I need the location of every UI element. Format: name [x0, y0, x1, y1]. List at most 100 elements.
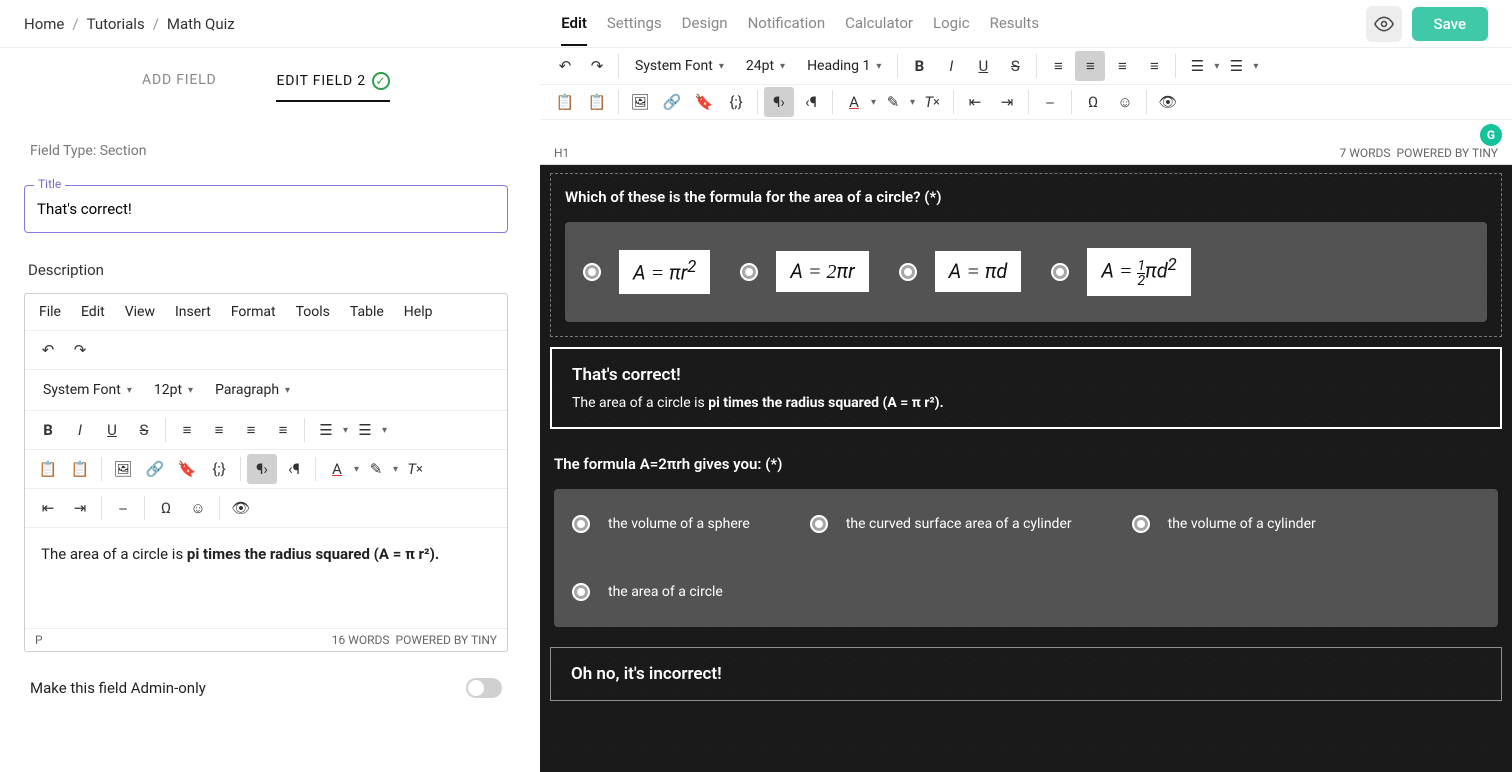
radio-icon[interactable]: [810, 515, 828, 533]
strikethrough-icon[interactable]: S: [1000, 51, 1030, 81]
tab-add-field[interactable]: ADD FIELD: [142, 72, 216, 102]
bookmark-icon[interactable]: 🔖: [172, 454, 202, 484]
editor-content-area[interactable]: The area of a circle is pi times the rad…: [25, 528, 507, 628]
ltr-icon[interactable]: ¶›: [247, 454, 277, 484]
align-right-icon[interactable]: ≡: [1107, 51, 1137, 81]
align-justify-icon[interactable]: ≡: [268, 415, 298, 445]
paste-icon[interactable]: 📋: [33, 454, 63, 484]
nav-calculator[interactable]: Calculator: [845, 2, 913, 46]
align-left-icon[interactable]: ≡: [172, 415, 202, 445]
menu-edit[interactable]: Edit: [81, 304, 105, 320]
font-size-dropdown[interactable]: 12pt▾: [144, 374, 203, 406]
image-icon[interactable]: 🖼: [108, 454, 138, 484]
align-center-icon[interactable]: ≡: [204, 415, 234, 445]
breadcrumb-tutorials[interactable]: Tutorials: [87, 15, 145, 33]
outdent-icon[interactable]: ⇤: [33, 493, 63, 523]
q2-option-1[interactable]: the volume of a sphere: [572, 515, 750, 533]
code-sample-icon[interactable]: {;}: [204, 454, 234, 484]
special-char-icon[interactable]: Ω: [1078, 87, 1108, 117]
italic-icon[interactable]: I: [936, 51, 966, 81]
font-family-dropdown[interactable]: System Font▾: [625, 50, 734, 82]
align-left-icon[interactable]: ≡: [1043, 51, 1073, 81]
font-family-dropdown[interactable]: System Font▾: [33, 374, 142, 406]
grammarly-icon[interactable]: G: [1480, 124, 1502, 146]
breadcrumb-home[interactable]: Home: [24, 15, 64, 33]
unordered-list-icon[interactable]: ☰: [350, 415, 380, 445]
undo-icon[interactable]: ↶: [550, 51, 580, 81]
unordered-list-icon[interactable]: ☰: [1221, 51, 1251, 81]
ordered-list-icon[interactable]: ☰: [311, 415, 341, 445]
radio-icon[interactable]: [572, 515, 590, 533]
clear-format-icon[interactable]: T×: [400, 454, 430, 484]
highlight-icon[interactable]: ✎: [878, 87, 908, 117]
q1-option-1[interactable]: A = πr2: [583, 250, 710, 294]
menu-file[interactable]: File: [39, 304, 61, 320]
nav-edit[interactable]: Edit: [561, 2, 587, 46]
q1-option-4[interactable]: A = 12πd2: [1051, 248, 1190, 296]
preview-icon[interactable]: 👁: [226, 493, 256, 523]
question-block-2[interactable]: The formula A=2πrh gives you: (*) the vo…: [550, 441, 1502, 637]
save-button[interactable]: Save: [1412, 7, 1488, 41]
radio-icon[interactable]: [1051, 263, 1069, 281]
q1-option-2[interactable]: A = 2πr: [740, 251, 868, 292]
menu-insert[interactable]: Insert: [175, 304, 211, 320]
menu-tools[interactable]: Tools: [296, 304, 330, 320]
text-color-icon[interactable]: A: [839, 87, 869, 117]
paste-text-icon[interactable]: 📋: [582, 87, 612, 117]
paragraph-style-dropdown[interactable]: Paragraph▾: [205, 374, 300, 406]
page-break-icon[interactable]: ⎯: [108, 493, 138, 523]
text-color-icon[interactable]: A: [322, 454, 352, 484]
emoji-icon[interactable]: ☺: [183, 493, 213, 523]
feedback-correct-block[interactable]: That's correct! The area of a circle is …: [550, 347, 1502, 429]
paste-icon[interactable]: 📋: [550, 87, 580, 117]
align-center-icon[interactable]: ≡: [1075, 51, 1105, 81]
link-icon[interactable]: 🔗: [657, 87, 687, 117]
menu-view[interactable]: View: [125, 304, 155, 320]
title-input[interactable]: [24, 185, 508, 233]
align-right-icon[interactable]: ≡: [236, 415, 266, 445]
font-size-dropdown[interactable]: 24pt▾: [736, 50, 795, 82]
undo-icon[interactable]: ↶: [33, 335, 63, 365]
special-char-icon[interactable]: Ω: [151, 493, 181, 523]
radio-icon[interactable]: [1132, 515, 1150, 533]
rtl-icon[interactable]: ‹¶: [279, 454, 309, 484]
bookmark-icon[interactable]: 🔖: [689, 87, 719, 117]
nav-settings[interactable]: Settings: [607, 2, 662, 46]
ltr-icon[interactable]: ¶›: [764, 87, 794, 117]
heading-style-dropdown[interactable]: Heading 1▾: [797, 50, 891, 82]
nav-notification[interactable]: Notification: [748, 2, 826, 46]
menu-help[interactable]: Help: [404, 304, 433, 320]
nav-logic[interactable]: Logic: [933, 2, 970, 46]
admin-only-toggle[interactable]: [466, 678, 502, 698]
paste-text-icon[interactable]: 📋: [65, 454, 95, 484]
clear-format-icon[interactable]: T×: [917, 87, 947, 117]
radio-icon[interactable]: [740, 263, 758, 281]
image-icon[interactable]: 🖼: [625, 87, 655, 117]
redo-icon[interactable]: ↷: [65, 335, 95, 365]
indent-icon[interactable]: ⇥: [992, 87, 1022, 117]
bold-icon[interactable]: B: [904, 51, 934, 81]
radio-icon[interactable]: [899, 263, 917, 281]
redo-icon[interactable]: ↷: [582, 51, 612, 81]
align-justify-icon[interactable]: ≡: [1139, 51, 1169, 81]
nav-design[interactable]: Design: [682, 2, 728, 46]
radio-icon[interactable]: [583, 263, 601, 281]
feedback-incorrect-block[interactable]: Oh no, it's incorrect!: [550, 647, 1502, 701]
page-break-icon[interactable]: ⎯: [1035, 87, 1065, 117]
code-sample-icon[interactable]: {;}: [721, 87, 751, 117]
italic-icon[interactable]: I: [65, 415, 95, 445]
rtl-icon[interactable]: ‹¶: [796, 87, 826, 117]
outdent-icon[interactable]: ⇤: [960, 87, 990, 117]
underline-icon[interactable]: U: [97, 415, 127, 445]
q2-option-2[interactable]: the curved surface area of a cylinder: [810, 515, 1072, 533]
q2-option-4[interactable]: the area of a circle: [572, 583, 1480, 601]
highlight-icon[interactable]: ✎: [361, 454, 391, 484]
bold-icon[interactable]: B: [33, 415, 63, 445]
underline-icon[interactable]: U: [968, 51, 998, 81]
tab-edit-field[interactable]: EDIT FIELD 2 ✓: [276, 72, 389, 102]
indent-icon[interactable]: ⇥: [65, 493, 95, 523]
preview-icon[interactable]: 👁: [1153, 87, 1183, 117]
nav-results[interactable]: Results: [990, 2, 1040, 46]
strikethrough-icon[interactable]: S: [129, 415, 159, 445]
menu-table[interactable]: Table: [350, 304, 384, 320]
